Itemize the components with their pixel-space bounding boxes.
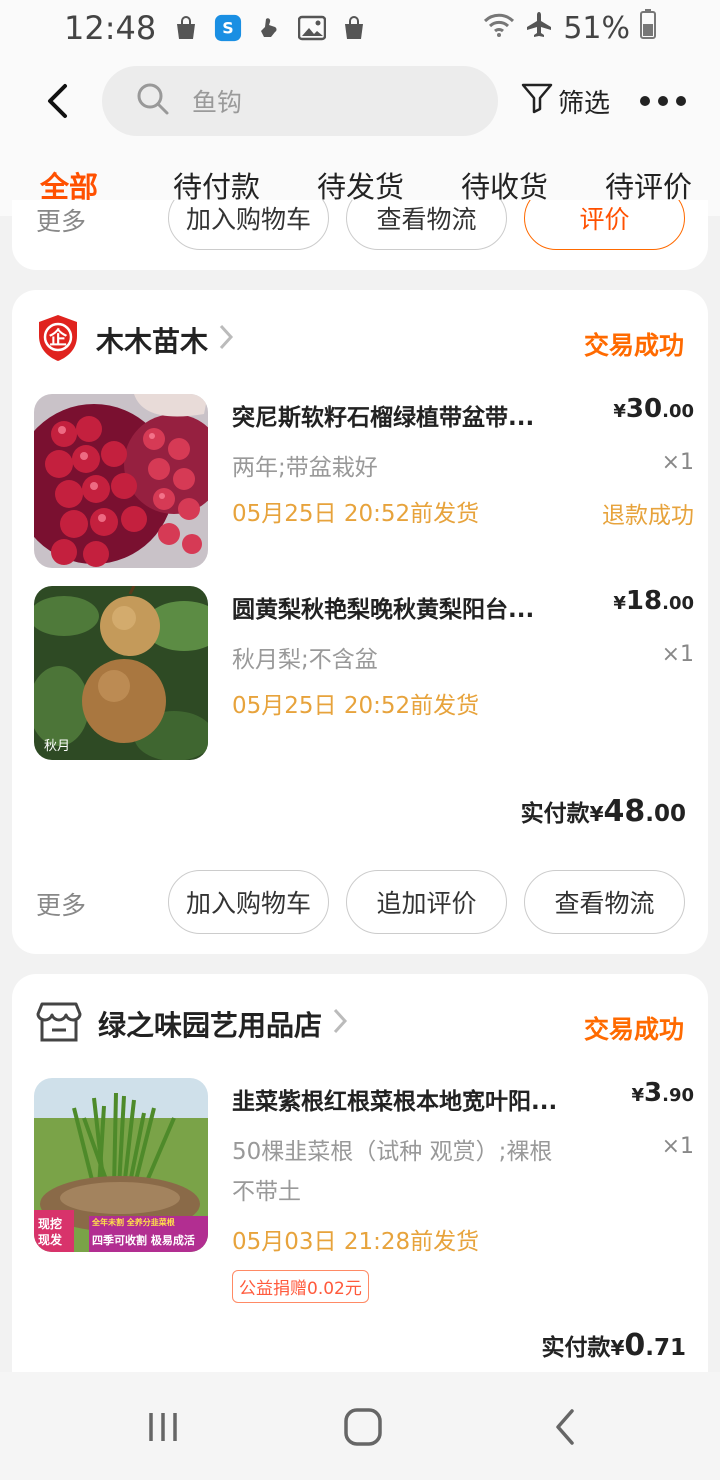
thumbnail-banner-bottom: 四季可收割 极易成活 (92, 1234, 195, 1247)
product-thumbnail[interactable]: 秋月 (34, 586, 208, 760)
thumbnail-banner-top: 全年未割 全养分韭菜根 (92, 1218, 175, 1227)
chevron-right-icon (218, 323, 234, 358)
system-status: 51% (483, 9, 656, 47)
battery-percent: 51% (563, 10, 630, 46)
more-link[interactable]: 更多 (36, 886, 86, 922)
wifi-icon (483, 11, 515, 46)
append-review-button[interactable]: 追加评价 (346, 870, 507, 934)
product-thumbnail[interactable] (34, 394, 208, 568)
header: 鱼钩 筛选 (0, 56, 720, 146)
charity-badge: 公益捐赠0.02元 (232, 1270, 369, 1303)
airplane-icon (525, 10, 553, 46)
notification-icons: S (172, 14, 368, 42)
product-price: ¥30.00 (613, 394, 694, 424)
product-price: ¥3.90 (631, 1078, 694, 1108)
back-arrow-icon (48, 84, 67, 118)
product-spec: 50棵韭菜根（试种 观赏）;裸根 不带土 (232, 1139, 553, 1205)
hand-icon (256, 14, 284, 42)
shipping-deadline: 05月25日 20:52前发货 (232, 501, 480, 527)
store-icon (36, 1000, 82, 1048)
more-link[interactable]: 更多 (36, 202, 86, 238)
image-icon (298, 14, 327, 42)
filter-icon (520, 81, 554, 122)
shipping-deadline: 05月03日 21:28前发货 (232, 1229, 480, 1255)
view-logistics-button[interactable]: 查看物流 (346, 200, 507, 250)
back-button[interactable] (28, 71, 88, 131)
review-button[interactable]: 评价 (524, 200, 685, 250)
product-spec: 秋月梨;不含盆 (232, 647, 378, 673)
filter-label: 筛选 (558, 88, 611, 119)
product-quantity: ×1 (661, 450, 694, 475)
product-quantity: ×1 (661, 1134, 694, 1159)
order-card: 企 木木苗木 交易成功 突尼斯软籽石榴绿植带盆带... 两年;带盆栽好 05月2… (12, 290, 708, 954)
system-back-button[interactable] (540, 1402, 590, 1452)
more-options-icon[interactable] (640, 96, 687, 106)
add-to-cart-button[interactable]: 加入购物车 (168, 200, 329, 250)
refund-status: 退款成功 (602, 503, 694, 529)
add-to-cart-button[interactable]: 加入购物车 (168, 870, 329, 934)
product-title: 圆黄梨秋艳梨晚秋黄梨阳台... (232, 597, 535, 623)
thumbnail-badge: 现挖 现发 (38, 1217, 63, 1247)
shopping-bag-icon (340, 14, 368, 42)
svg-text:企: 企 (48, 327, 68, 349)
view-logistics-button[interactable]: 查看物流 (524, 870, 685, 934)
status-bar: 12:48 S 51% (0, 0, 720, 56)
enterprise-shield-icon: 企 (36, 313, 80, 367)
order-card: 绿之味园艺用品店 交易成功 现挖 现发 全年未割 全养分韭菜根 四季可收割 极易… (12, 974, 708, 1374)
recent-apps-button[interactable] (138, 1402, 188, 1452)
order-status: 交易成功 (583, 331, 684, 360)
home-icon (344, 1408, 382, 1446)
search-placeholder: 鱼钩 (192, 88, 243, 117)
back-chevron-icon (556, 1409, 574, 1445)
product-item[interactable]: 秋月 圆黄梨秋艳梨晚秋黄梨阳台... 秋月梨;不含盆 05月25日 20:52前… (34, 586, 694, 760)
shipping-deadline: 05月25日 20:52前发货 (232, 693, 480, 719)
product-title: 突尼斯软籽石榴绿植带盆带... (232, 405, 535, 431)
product-price: ¥18.00 (613, 586, 694, 616)
recent-apps-icon (149, 1413, 177, 1441)
shop-header[interactable]: 绿之味园艺用品店 (36, 996, 348, 1052)
product-spec: 两年;带盆栽好 (232, 455, 378, 481)
order-total: 实付款¥48.00 (520, 794, 686, 829)
app-s-icon: S (214, 14, 242, 42)
chevron-right-icon (332, 1007, 348, 1042)
svg-text:S: S (223, 19, 234, 38)
battery-icon (640, 9, 656, 47)
system-navigation-bar (0, 1372, 720, 1480)
product-quantity: ×1 (661, 642, 694, 667)
order-card-previous: 更多 加入购物车 查看物流 评价 (12, 200, 708, 270)
product-item[interactable]: 突尼斯软籽石榴绿植带盆带... 两年;带盆栽好 05月25日 20:52前发货 … (34, 394, 694, 568)
product-thumbnail[interactable]: 现挖 现发 全年未割 全养分韭菜根 四季可收割 极易成活 (34, 1078, 208, 1252)
thumbnail-caption: 秋月 (44, 739, 71, 754)
order-status: 交易成功 (583, 1015, 684, 1044)
search-input[interactable]: 鱼钩 (102, 66, 498, 136)
order-total: 实付款¥0.71 (541, 1328, 686, 1363)
shop-name: 绿之味园艺用品店 (98, 1009, 323, 1042)
product-title: 韭菜紫根红根菜根本地宽叶阳... (232, 1089, 558, 1115)
home-button[interactable] (338, 1402, 388, 1452)
search-icon (136, 82, 170, 120)
status-time: 12:48 (64, 9, 157, 47)
filter-button[interactable]: 筛选 (520, 81, 610, 122)
shop-header[interactable]: 企 木木苗木 (36, 312, 234, 368)
shopping-bag-icon (172, 14, 200, 42)
shop-name: 木木苗木 (96, 325, 209, 358)
